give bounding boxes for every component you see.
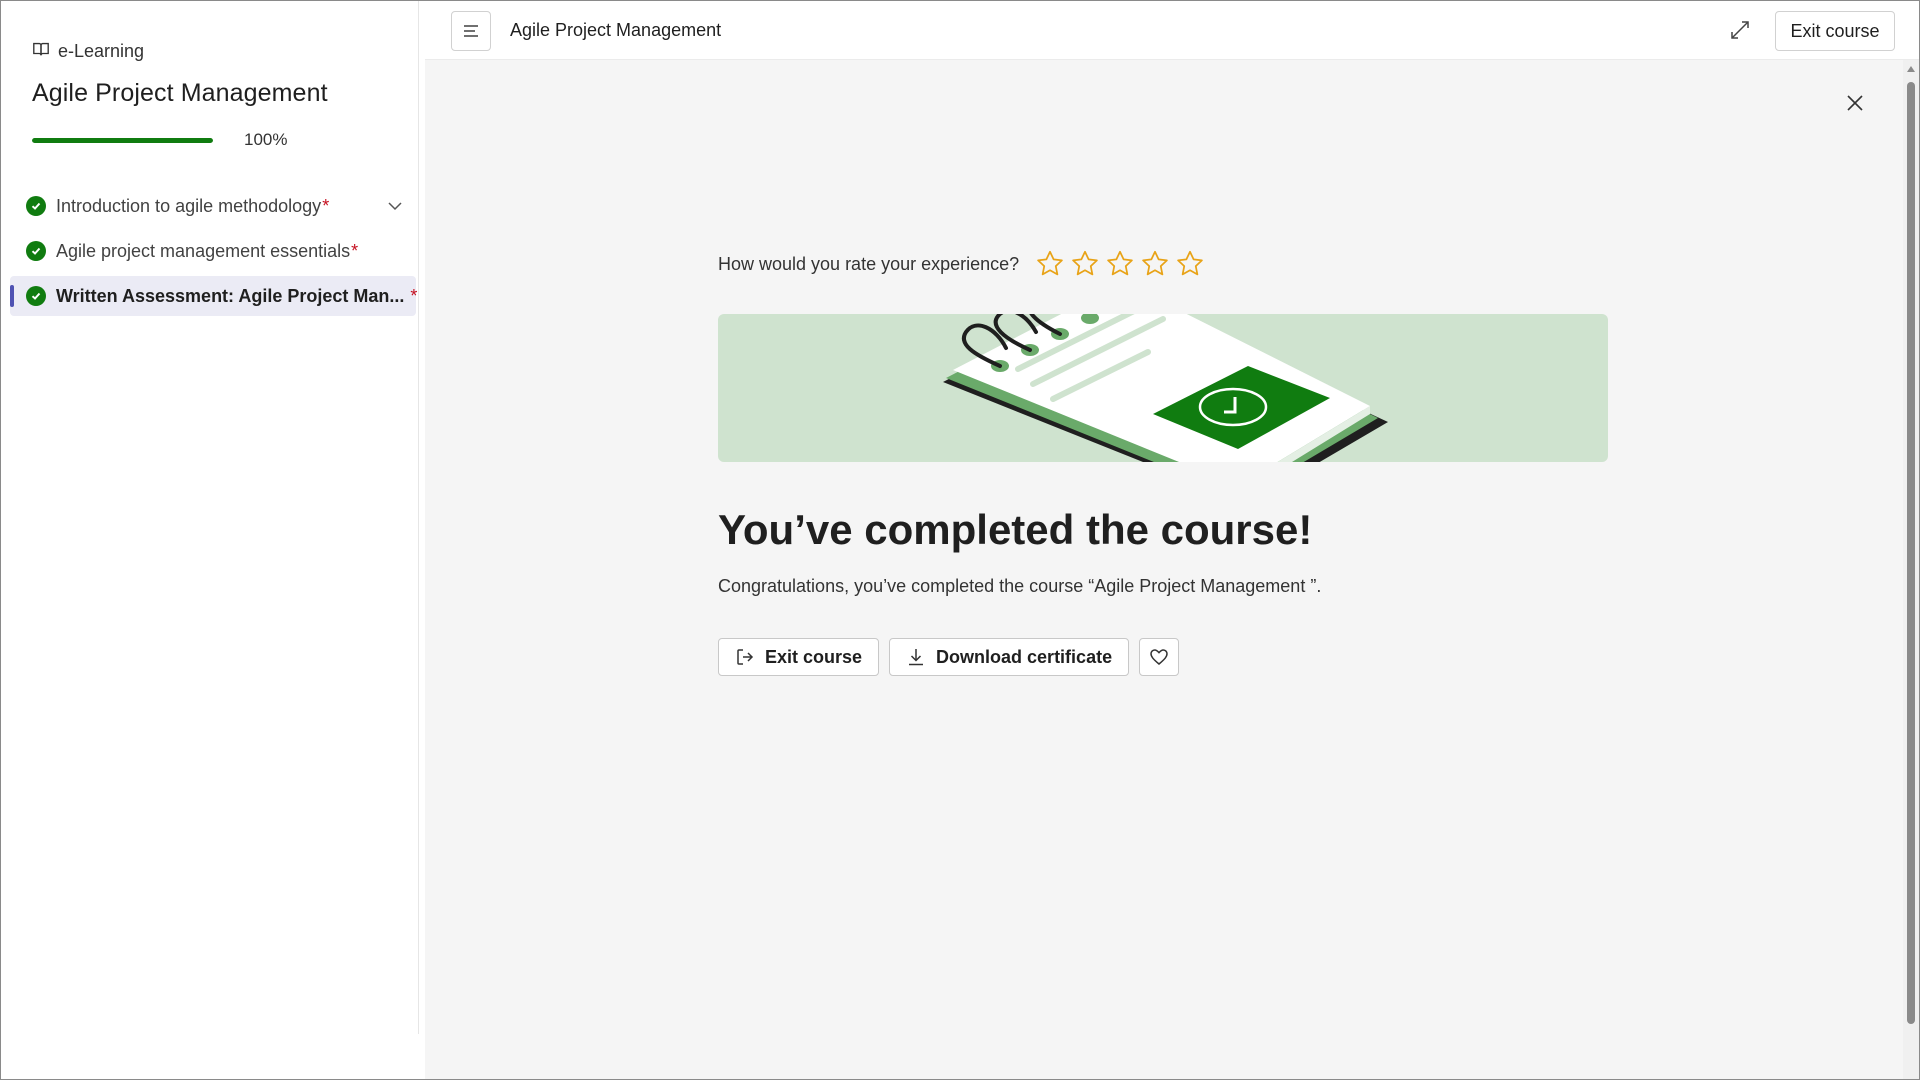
notebook-illustration xyxy=(943,314,1388,462)
expand-icon xyxy=(1731,21,1749,39)
scroll-up-arrow-icon[interactable] xyxy=(1907,66,1915,72)
close-icon xyxy=(1847,95,1863,111)
completion-message: Congratulations, you’ve completed the co… xyxy=(718,576,1322,596)
star-icon[interactable] xyxy=(1035,249,1065,279)
outline-item-label: Written Assessment: Agile Project Man...… xyxy=(56,285,418,306)
brand: e-Learning xyxy=(32,38,144,64)
exit-icon xyxy=(737,649,754,665)
sidebar: e-Learning Agile Project Management 100%… xyxy=(1,1,419,1034)
top-bar: Agile Project Management Exit course xyxy=(425,1,1919,60)
exit-course-action-button[interactable]: Exit course xyxy=(718,638,880,676)
course-progress: 100% xyxy=(32,127,332,153)
completed-check-icon xyxy=(26,241,46,261)
outline-item-label: Introduction to agile methodology* xyxy=(56,195,330,216)
completion-illustration xyxy=(718,314,1608,462)
heart-icon xyxy=(1150,649,1168,665)
outline-item-essentials[interactable]: Agile project management essentials* xyxy=(10,231,416,271)
course-outline: Introduction to agile methodology* Agile… xyxy=(10,186,418,321)
download-certificate-label: Download certificate xyxy=(936,646,1113,667)
completed-check-icon xyxy=(26,196,46,216)
completion-headline: You’ve completed the course! xyxy=(718,506,1313,553)
outline-item-introduction[interactable]: Introduction to agile methodology* xyxy=(10,186,416,226)
exit-course-label: Exit course xyxy=(765,646,863,667)
completed-check-icon xyxy=(26,286,46,306)
rating-row: How would you rate your experience? xyxy=(718,248,1205,280)
close-button[interactable] xyxy=(1843,91,1867,115)
progress-fill xyxy=(32,137,213,143)
download-certificate-button[interactable]: Download certificate xyxy=(889,638,1130,676)
outline-item-label: Agile project management essentials* xyxy=(56,240,359,261)
chevron-down-icon[interactable] xyxy=(386,197,404,215)
course-title: Agile Project Management xyxy=(32,79,328,107)
menu-button[interactable] xyxy=(451,11,491,51)
required-marker: * xyxy=(322,195,330,216)
required-marker: * xyxy=(351,240,359,261)
scrollbar[interactable] xyxy=(1903,60,1919,1079)
menu-icon xyxy=(464,25,478,37)
download-icon xyxy=(909,649,924,666)
progress-percent: 100% xyxy=(244,130,288,149)
completion-panel: How would you rate your experience? You’… xyxy=(425,60,1903,1079)
star-icon[interactable] xyxy=(1175,249,1205,279)
fullscreen-button[interactable] xyxy=(1725,15,1755,45)
progress-track xyxy=(32,137,213,143)
star-rating xyxy=(1035,249,1205,279)
star-icon[interactable] xyxy=(1105,249,1135,279)
completion-actions: Exit course Download certificate xyxy=(718,638,1180,676)
required-marker: * xyxy=(405,285,418,306)
star-icon[interactable] xyxy=(1070,249,1100,279)
star-icon[interactable] xyxy=(1140,249,1170,279)
brand-label: e-Learning xyxy=(58,40,145,61)
favorite-button[interactable] xyxy=(1139,638,1180,676)
page-title: Agile Project Management xyxy=(510,20,722,40)
outline-item-written-assessment[interactable]: Written Assessment: Agile Project Man...… xyxy=(10,276,418,316)
exit-course-button[interactable]: Exit course xyxy=(1775,11,1895,51)
rating-question: How would you rate your experience? xyxy=(718,253,1020,274)
scroll-thumb[interactable] xyxy=(1907,82,1915,1024)
book-icon xyxy=(32,40,50,63)
